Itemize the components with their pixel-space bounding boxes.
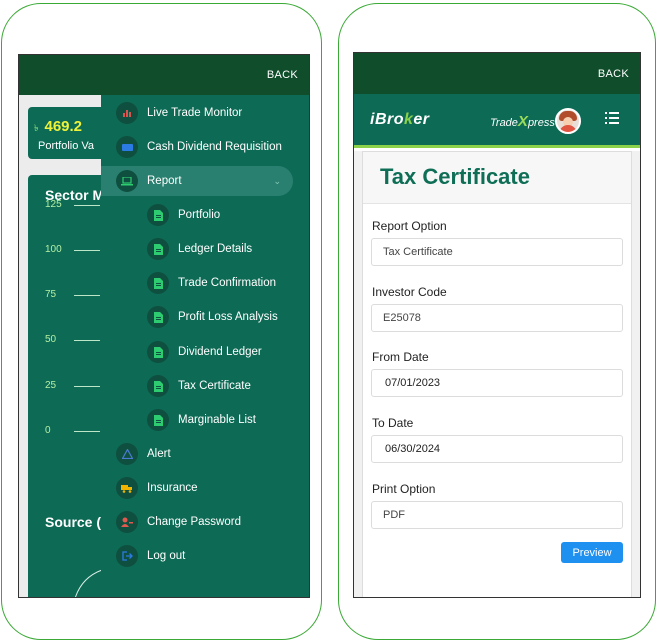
y-tick-label: 50 — [45, 334, 57, 345]
chevron-down-icon: ⌄ — [273, 175, 281, 186]
menu-item-report[interactable]: Report ⌄ — [101, 166, 293, 196]
portfolio-value-label: Portfolio Va — [38, 140, 95, 152]
y-gridline — [74, 386, 100, 387]
from-date-label: From Date — [372, 350, 429, 364]
investor-code-label: Investor Code — [372, 285, 447, 299]
document-icon — [147, 341, 169, 363]
menu-item-label: Log out — [147, 550, 186, 562]
menu-item-label: Alert — [147, 448, 171, 460]
investor-code-field[interactable]: E25078 — [371, 304, 623, 332]
top-bar: BACK — [19, 55, 309, 95]
menu-item-marginable-list[interactable]: Marginable List — [101, 405, 309, 435]
menu-item-label: Change Password — [147, 516, 241, 528]
menu-item-label: Tax Certificate — [178, 380, 251, 392]
app-header: iBroker TradeXpress — [354, 94, 640, 148]
menu-item-label: Dividend Ledger — [178, 346, 262, 358]
document-icon — [147, 204, 169, 226]
form-header: Tax Certificate — [363, 152, 631, 204]
menu-item-label: Cash Dividend Requisition — [147, 141, 282, 153]
card-icon — [116, 136, 138, 158]
avatar[interactable] — [555, 108, 581, 134]
menu-item-insurance[interactable]: Insurance — [101, 473, 309, 503]
side-drawer-menu: Live Trade Monitor Cash Dividend Requisit… — [101, 95, 309, 597]
report-option-select[interactable]: Tax Certificate — [371, 238, 623, 266]
user-key-icon — [116, 511, 138, 533]
print-option-select[interactable]: PDF — [371, 501, 623, 529]
menu-item-change-password[interactable]: Change Password — [101, 507, 309, 537]
currency-symbol: ৳ — [34, 123, 39, 133]
preview-button[interactable]: Preview — [561, 542, 623, 563]
menu-item-label: Profit Loss Analysis — [178, 311, 278, 323]
menu-item-alert[interactable]: Alert — [101, 439, 309, 469]
to-date-field[interactable]: 06/30/2024 — [371, 435, 623, 463]
menu-item-ledger-details[interactable]: Ledger Details — [101, 234, 309, 264]
content-area: Tax Certificate Preview Report Option Tax… — [354, 151, 640, 597]
document-icon — [147, 272, 169, 294]
page-title: Tax Certificate — [380, 164, 530, 189]
laptop-icon — [116, 170, 138, 192]
document-icon — [147, 375, 169, 397]
tradexpress-logo: TradeXpress — [490, 113, 555, 130]
y-gridline — [74, 431, 100, 432]
logout-icon — [116, 545, 138, 567]
menu-item-label: Marginable List — [178, 414, 256, 426]
menu-item-profit-loss-analysis[interactable]: Profit Loss Analysis — [101, 302, 309, 332]
from-date-field[interactable]: 07/01/2023 — [371, 369, 623, 397]
menu-item-label: Trade Confirmation — [178, 277, 277, 289]
document-icon — [147, 238, 169, 260]
warning-icon — [116, 443, 138, 465]
y-tick-label: 0 — [45, 425, 51, 436]
menu-item-trade-confirmation[interactable]: Trade Confirmation — [101, 268, 309, 298]
report-option-label: Report Option — [372, 219, 447, 233]
back-button[interactable]: BACK — [598, 68, 629, 80]
left-screen: BACK ৳ 469.2 Portfolio Va Sector M 125 100… — [18, 54, 310, 598]
y-tick-label: 125 — [45, 199, 62, 210]
menu-item-log-out[interactable]: Log out — [101, 541, 309, 571]
menu-item-label: Insurance — [147, 482, 198, 494]
menu-item-label: Ledger Details — [178, 243, 253, 255]
y-tick-label: 75 — [45, 289, 57, 300]
document-icon — [147, 306, 169, 328]
to-date-label: To Date — [372, 416, 414, 430]
menu-item-label: Report — [147, 175, 182, 187]
bar-chart-icon — [116, 102, 138, 124]
menu-item-live-trade-monitor[interactable]: Live Trade Monitor — [101, 98, 309, 128]
right-screen: BACK iBroker TradeXpress Tax Certificate… — [353, 52, 641, 598]
y-gridline — [74, 250, 100, 251]
menu-item-portfolio[interactable]: Portfolio — [101, 200, 309, 230]
tax-certificate-form: Tax Certificate Preview Report Option Tax… — [362, 151, 632, 597]
y-tick-label: 25 — [45, 380, 57, 391]
top-bar: BACK — [354, 53, 640, 94]
y-gridline — [74, 295, 100, 296]
menu-item-label: Portfolio — [178, 209, 221, 221]
truck-icon — [116, 477, 138, 499]
list-menu-icon[interactable] — [605, 112, 619, 124]
y-gridline — [74, 205, 100, 206]
y-gridline — [74, 340, 100, 341]
menu-item-label: Live Trade Monitor — [147, 107, 243, 119]
ibroker-logo[interactable]: iBroker — [370, 111, 430, 129]
menu-item-dividend-ledger[interactable]: Dividend Ledger — [101, 337, 309, 367]
back-button[interactable]: BACK — [267, 69, 298, 81]
menu-item-cash-dividend-requisition[interactable]: Cash Dividend Requisition — [101, 132, 309, 162]
menu-item-tax-certificate[interactable]: Tax Certificate — [101, 371, 309, 401]
portfolio-value: ৳ 469.2 — [34, 118, 83, 135]
print-option-label: Print Option — [372, 482, 436, 496]
y-tick-label: 100 — [45, 244, 62, 255]
document-icon — [147, 409, 169, 431]
